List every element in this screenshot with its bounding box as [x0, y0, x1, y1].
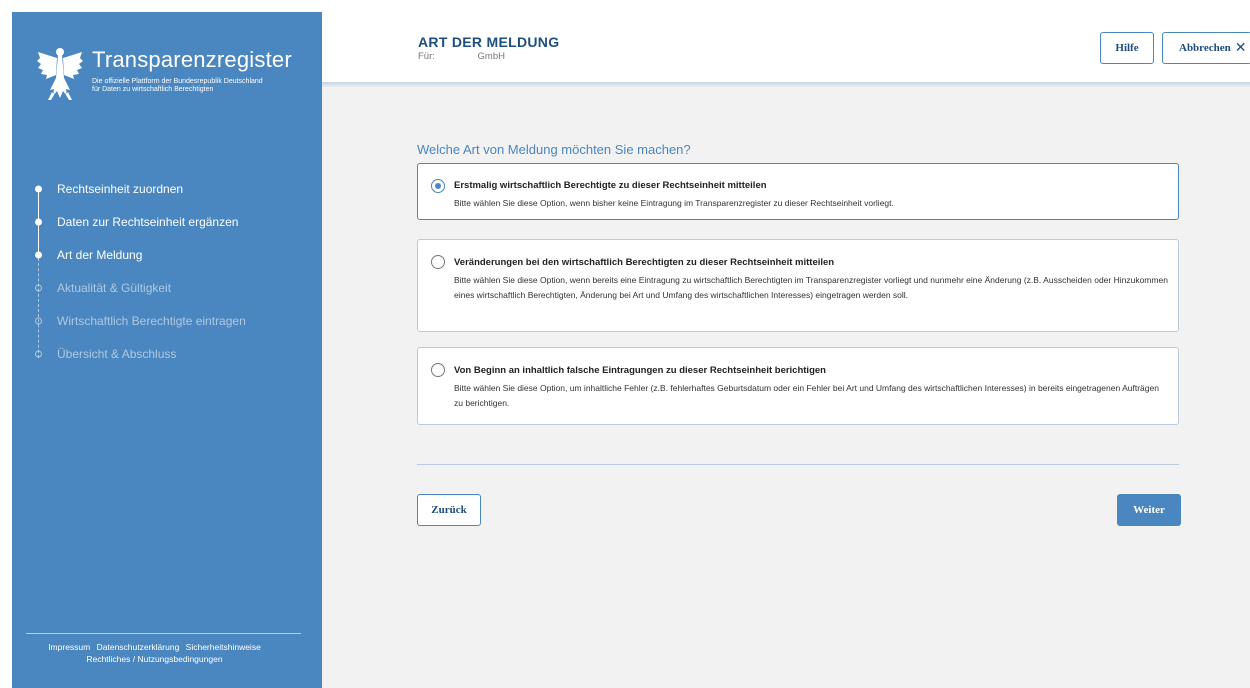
close-icon: ✕ [1234, 40, 1247, 56]
step-label: Aktualität & Gültigkeit [57, 280, 172, 295]
brand-subtitle: Die offizielle Plattform der Bundesrepub… [92, 78, 312, 94]
option-berichtigen[interactable]: Von Beginn an inhaltlich falsche Eintrag… [417, 347, 1179, 425]
next-button[interactable]: Weiter [1117, 494, 1181, 526]
step-pending-dot-icon [35, 350, 42, 357]
step-art-der-meldung[interactable]: Art der Meldung [32, 238, 317, 271]
sidebar-footer: Impressum Datenschutzerklärung Sicherhei… [12, 641, 297, 665]
step-label: Art der Meldung [57, 247, 143, 262]
page-title: ART DER MELDUNG [418, 34, 560, 50]
content-divider [417, 464, 1179, 465]
radio-selected-icon[interactable] [431, 179, 445, 193]
step-pending-dot-icon [35, 317, 42, 324]
footer-divider [26, 633, 301, 634]
help-button[interactable]: Hilfe [1100, 32, 1154, 64]
question-heading: Welche Art von Meldung möchten Sie mache… [417, 142, 691, 157]
step-uebersicht: Übersicht & Abschluss [32, 337, 317, 370]
option-title: Erstmalig wirtschaftlich Berechtigte zu … [454, 180, 767, 191]
step-berechtigte-eintragen: Wirtschaftlich Berechtigte eintragen [32, 304, 317, 337]
brand-subtitle-line1: Die offizielle Plattform der Bundesrepub… [92, 78, 263, 85]
back-button[interactable]: Zurück [417, 494, 481, 526]
option-veraenderungen[interactable]: Veränderungen bei den wirtschaftlich Ber… [417, 239, 1179, 332]
option-description: Bitte wählen Sie diese Option, wenn bere… [454, 275, 1168, 300]
step-label: Daten zur Rechtseinheit ergänzen [57, 214, 239, 229]
option-description: Bitte wählen Sie diese Option, wenn bish… [454, 198, 894, 208]
progress-steps: Rechtseinheit zuordnen Daten zur Rechtse… [32, 172, 317, 370]
option-title: Von Beginn an inhaltlich falsche Eintrag… [454, 365, 826, 376]
for-label: Für: [418, 51, 435, 62]
step-daten-ergaenzen[interactable]: Daten zur Rechtseinheit ergänzen [32, 205, 317, 238]
main-content: Welche Art von Meldung möchten Sie mache… [322, 87, 1250, 688]
impressum-link[interactable]: Impressum [48, 642, 90, 652]
cancel-label: Abbrechen [1179, 42, 1231, 54]
step-label: Übersicht & Abschluss [57, 346, 177, 361]
radio-unselected-icon[interactable] [431, 363, 445, 377]
step-label: Wirtschaftlich Berechtigte eintragen [57, 313, 246, 328]
page-header: ART DER MELDUNG Für: GmbH Hilfe Abbreche… [322, 12, 1250, 84]
federal-eagle-icon [37, 48, 83, 100]
step-aktualitaet: Aktualität & Gültigkeit [32, 271, 317, 304]
sicherheitshinweise-link[interactable]: Sicherheitshinweise [186, 642, 261, 652]
cancel-button[interactable]: Abbrechen ✕ [1162, 32, 1250, 64]
sidebar: Transparenzregister Die offizielle Platt… [12, 12, 322, 688]
company-line: Für: GmbH [418, 51, 505, 62]
step-label: Rechtseinheit zuordnen [57, 181, 184, 196]
step-rechtseinheit-zuordnen[interactable]: Rechtseinheit zuordnen [32, 172, 317, 205]
step-pending-dot-icon [35, 284, 42, 291]
option-title: Veränderungen bei den wirtschaftlich Ber… [454, 257, 835, 268]
option-erstmalig[interactable]: Erstmalig wirtschaftlich Berechtigte zu … [417, 163, 1179, 220]
company-name: GmbH [477, 51, 505, 62]
step-done-dot-icon [35, 185, 42, 192]
brand-title: Transparenzregister [92, 47, 292, 72]
rechtliches-link[interactable]: Rechtliches / Nutzungsbedingungen [86, 654, 222, 664]
radio-unselected-icon[interactable] [431, 255, 445, 269]
brand-subtitle-line2: für Daten zu wirtschaftlich Berechtigten [92, 86, 214, 93]
step-current-dot-icon [35, 251, 42, 258]
option-description: Bitte wählen Sie diese Option, um inhalt… [454, 383, 1159, 408]
datenschutz-link[interactable]: Datenschutzerklärung [97, 642, 180, 652]
step-done-dot-icon [35, 218, 42, 225]
